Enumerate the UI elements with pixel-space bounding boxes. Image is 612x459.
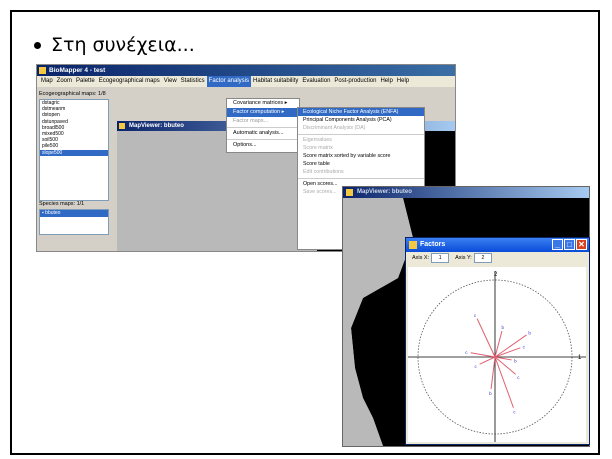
minimize-icon[interactable]: _ [552, 239, 563, 250]
factor-vector [470, 352, 496, 358]
mapviewer2-logo-icon [346, 189, 353, 196]
factors-logo-icon [409, 241, 417, 249]
vector-label: b [514, 359, 517, 364]
factor-vector [476, 318, 496, 358]
bullet-dot [34, 42, 41, 49]
menu-item[interactable]: Ecogeographical maps [97, 76, 162, 87]
menu-item[interactable]: Factor maps... [227, 117, 299, 126]
menu-item[interactable]: Score matrix [298, 144, 424, 152]
menu-item[interactable]: Statistics [179, 76, 207, 87]
menu-separator [227, 139, 299, 140]
vector-label: c [523, 344, 526, 349]
menu-item[interactable]: View [162, 76, 179, 87]
mapviewer2-title: MapViewer: bbuteo [357, 189, 412, 195]
factor-analysis-menu: Covariance matrices ▸ Factor computation … [226, 98, 300, 153]
menu-item[interactable]: Help [395, 76, 411, 87]
menu-separator [298, 133, 424, 135]
factor-vector [479, 356, 496, 365]
menu-item[interactable]: Eigenvalues [298, 136, 424, 144]
factors-title-bar[interactable]: Factors _ □ ✕ [406, 238, 589, 252]
ecogeo-maps-list[interactable]: dstagric dstmeanm dstopen dstunpaved broadl5… [39, 99, 109, 201]
species-maps-list[interactable]: ▪ bbuteo [39, 209, 109, 235]
factor-vector [494, 347, 521, 358]
app-title: BioMapper 4 - test [49, 67, 106, 74]
vector-label: b [528, 331, 531, 336]
menu-item[interactable]: Principal Components Analysis (PCA) [298, 116, 424, 124]
axis-x-stepper[interactable]: 1 [431, 252, 450, 263]
axis-x-label: Axis X: [412, 255, 430, 261]
ecogeo-maps-label: Ecogeographical maps: 1/8 [39, 91, 106, 97]
menu-item[interactable]: Factor analysis [206, 76, 252, 87]
menu-item[interactable]: Score matrix sorted by variable score [298, 152, 424, 160]
vector-label: c [517, 375, 520, 380]
maximize-icon[interactable]: □ [564, 239, 575, 250]
species-maps-label: Species maps: 1/1 [39, 201, 85, 207]
bullet-text: Στη συνέχεια... [51, 34, 195, 56]
axis-y-stepper[interactable]: 2 [473, 252, 492, 263]
factor-circle-plot: 2 1 c b b c b c c b c c [408, 267, 586, 442]
left-panel: Ecogeographical maps: 1/8 dstagric dstmea… [39, 91, 109, 251]
top-axis-tick: 2 [494, 272, 498, 278]
menu-item[interactable]: Map [39, 76, 55, 87]
app-title-bar: BioMapper 4 - test [37, 65, 455, 76]
menu-item[interactable]: Edit contributions [298, 168, 424, 176]
vector-label: b [489, 391, 492, 396]
menu-item[interactable]: Help [378, 76, 394, 87]
menu-separator [298, 177, 424, 179]
menu-item[interactable]: Post-production [332, 76, 378, 87]
axis-y-label: Axis Y: [455, 255, 472, 261]
mapviewer2-title-bar[interactable]: MapViewer: bbuteo [343, 187, 589, 198]
menu-item[interactable]: Palette [74, 76, 97, 87]
close-icon[interactable]: ✕ [576, 239, 587, 250]
menu-item[interactable]: Evaluation [300, 76, 332, 87]
vector-label: c [475, 364, 478, 369]
bullet-item: Στη συνέχεια... [34, 34, 195, 56]
menu-item[interactable]: Ecological Niche Factor Analysis (ENFA) [298, 108, 424, 117]
menu-item[interactable]: Covariance matrices ▸ [227, 99, 299, 108]
list-item[interactable]: slope500 [40, 149, 108, 156]
factors-title: Factors [420, 241, 446, 248]
menu-item[interactable]: Score table [298, 160, 424, 168]
factor-vector [490, 356, 496, 390]
list-item[interactable]: ▪ bbuteo [40, 210, 108, 217]
mapviewer-title: MapViewer: bbuteo [129, 123, 184, 129]
vector-label: c [474, 313, 477, 318]
vector-label: c [465, 350, 468, 355]
menu-item[interactable]: Options... [227, 141, 299, 150]
menu-item[interactable]: Automatic analysis... [227, 129, 299, 138]
factors-window[interactable]: Factors _ □ ✕ Axis X: 1 Axis Y: 2 21cbbcbccbc… [405, 237, 590, 445]
menu-item[interactable]: Factor computation ▸ [227, 108, 299, 117]
vector-label: c [513, 409, 516, 414]
app-logo-icon [39, 67, 46, 74]
mapviewer-logo-icon [119, 123, 125, 129]
menu-item[interactable]: Habitat suitability [251, 76, 300, 87]
menu-separator [227, 127, 299, 128]
menu-item[interactable]: Discriminant Analysis (DA) [298, 124, 424, 132]
factor-circle-svg: 2 1 c b b c b c c b c c [408, 271, 586, 442]
menu-bar: Map Zoom Palette Ecogeographical maps View St… [37, 76, 455, 87]
menu-item[interactable]: Zoom [55, 76, 74, 87]
axis-toolbar: Axis X: 1 Axis Y: 2 [406, 252, 589, 264]
vector-label: b [502, 325, 505, 330]
right-axis-tick: 1 [578, 355, 582, 361]
